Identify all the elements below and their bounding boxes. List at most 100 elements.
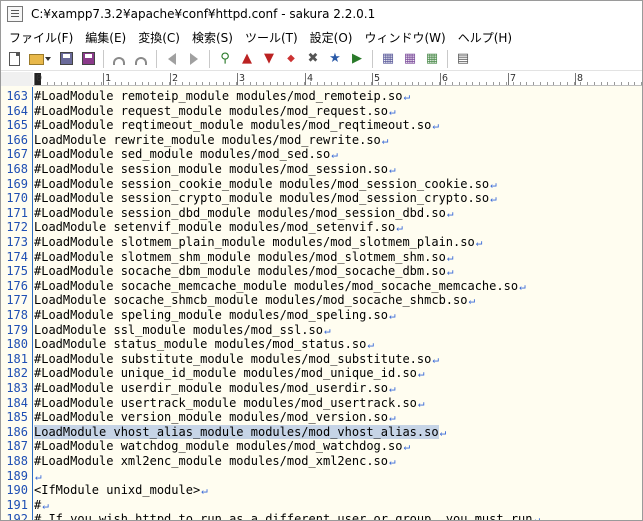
text-line[interactable]: #LoadModule socache_memcache_module modu… [34,279,526,294]
eol-mark-icon: ↵ [475,236,483,249]
menu-window[interactable]: ウィンドウ(W) [358,29,451,46]
undo-button[interactable] [109,49,129,69]
text-line[interactable]: #LoadModule unique_id_module modules/mod… [34,366,425,381]
ruler-minor-tick [236,82,237,85]
line-number: 173 [6,235,28,249]
text-line[interactable]: #LoadModule watchdog_module modules/mod_… [34,439,410,454]
line-number: 175 [6,264,28,279]
eol-mark-icon: ↵ [519,279,526,293]
bookmark-button[interactable]: ▶ [347,49,367,69]
save-button[interactable] [56,49,76,69]
text-line[interactable]: LoadModule vhost_alias_module modules/mo… [34,424,446,440]
ruler-minor-tick [188,82,190,85]
text-line[interactable]: #LoadModule reqtimeout_module modules/mo… [34,118,439,133]
text-line[interactable]: LoadModule rewrite_module modules/mod_re… [34,133,388,148]
ruler-minor-tick [114,82,116,85]
jump-back-button[interactable] [162,49,182,69]
new-file-button[interactable] [4,49,24,69]
text-line[interactable]: #LoadModule userdir_module modules/mod_u… [34,381,396,396]
save-as-button[interactable] [78,49,98,69]
text-line[interactable]: <IfModule unixd_module>↵ [34,483,208,498]
ruler-minor-tick [242,82,244,85]
line-number: 188 [6,454,28,468]
text-line[interactable]: #LoadModule speling_module modules/mod_s… [34,308,396,323]
ruler-minor-tick [445,82,447,85]
line-text: #LoadModule remoteip_module modules/mod_… [34,89,403,103]
toolbar-separator [372,49,373,68]
ruler-minor-tick [546,82,548,85]
menu-tools[interactable]: ツール(T) [239,29,304,46]
ruler-minor-tick [411,82,413,85]
text-line[interactable]: #LoadModule version_module modules/mod_v… [34,410,396,425]
toolbar-separator [447,49,448,68]
text-line[interactable]: #LoadModule remoteip_module modules/mod_… [34,89,410,104]
text-line[interactable]: #LoadModule session_dbd_module modules/m… [34,206,453,221]
line-number: 164 [6,103,28,118]
replace-button[interactable]: ◆ [281,49,301,69]
line-text: #LoadModule sed_module modules/mod_sed.s… [34,147,331,162]
ruler-minor-tick [67,82,69,85]
line-number: 186 [6,424,28,439]
text-content[interactable]: #LoadModule remoteip_module modules/mod_… [34,87,642,521]
text-line[interactable]: LoadModule setenvif_module modules/mod_s… [34,220,403,235]
ruler-minor-tick [323,82,325,85]
font-button[interactable]: ▦ [400,49,420,69]
text-line[interactable]: #LoadModule xml2enc_module modules/mod_x… [34,454,396,469]
text-line[interactable]: LoadModule status_module modules/mod_sta… [34,337,374,352]
text-line[interactable]: ↵ [34,469,42,484]
menu-help[interactable]: ヘルプ(H) [452,29,518,46]
ruler-minor-tick [256,82,258,85]
ruler-minor-tick [222,82,224,85]
text-line[interactable]: #LoadModule request_module modules/mod_r… [34,104,396,119]
search-next-button[interactable]: ▼ [259,49,279,69]
menu-search[interactable]: 検索(S) [186,29,239,46]
redo-icon [135,56,147,65]
line-text: LoadModule rewrite_module modules/mod_re… [34,132,381,147]
eol-mark-icon: ↵ [533,513,541,521]
search-button[interactable]: ⚲ [215,49,235,69]
text-line[interactable]: LoadModule socache_shmcb_module modules/… [34,293,475,308]
text-line[interactable]: #LoadModule sed_module modules/mod_sed.s… [34,147,338,162]
text-line[interactable]: # If you wish httpd to run as a differen… [34,512,541,521]
text-line[interactable]: #LoadModule session_crypto_module module… [34,191,497,206]
text-line[interactable]: #LoadModule session_module modules/mod_s… [34,162,396,177]
line-text: LoadModule ssl_module modules/mod_ssl.so [34,322,323,337]
menu-file[interactable]: ファイル(F) [3,29,79,46]
text-line[interactable]: #LoadModule slotmem_plain_module modules… [34,235,482,250]
editor-area[interactable]: 0 1 2 3 4 5 6 7 8 163 164 165 166 167 168 169 1… [1,72,642,521]
line-text: #LoadModule userdir_module modules/mod_u… [34,381,389,395]
text-line[interactable]: LoadModule ssl_module modules/mod_ssl.so… [34,323,331,338]
line-text: #LoadModule session_dbd_module modules/m… [34,205,446,220]
grep-button[interactable]: ✖ [303,49,323,69]
open-file-button[interactable] [26,49,54,69]
text-line[interactable]: #LoadModule substitute_module modules/mo… [34,352,439,367]
ruler-minor-tick [168,82,170,85]
line-text: #LoadModule substitute_module modules/mo… [34,351,432,366]
title-bar[interactable]: C:¥xampp7.3.2¥apache¥conf¥httpd.conf - s… [1,1,642,27]
redo-button[interactable] [131,49,151,69]
line-text: #LoadModule watchdog_module modules/mod_… [34,439,403,454]
jump-forward-button[interactable] [184,49,204,69]
line-number: 163 [6,89,28,103]
ruler-tick-0: 0 [33,73,43,85]
menu-edit[interactable]: 編集(E) [79,29,132,46]
ruler-minor-tick [465,82,467,85]
text-line[interactable]: #↵ [34,498,49,513]
ruler-minor-tick [526,82,528,85]
line-number: 181 [6,351,28,366]
window-list-button[interactable]: ▤ [453,49,473,69]
text-line[interactable]: #LoadModule slotmem_shm_module modules/m… [34,250,453,265]
text-line[interactable]: #LoadModule session_cookie_module module… [34,177,497,192]
search-prev-button[interactable]: ▲ [237,49,257,69]
menu-settings[interactable]: 設定(O) [304,29,359,46]
text-line[interactable]: #LoadModule usertrack_module modules/mod… [34,396,425,411]
line-text: #LoadModule session_crypto_module module… [34,191,490,206]
menu-convert[interactable]: 変換(C) [132,29,186,46]
line-text: #LoadModule usertrack_module modules/mod… [34,395,417,410]
text-line[interactable]: #LoadModule socache_dbm_module modules/m… [34,264,453,279]
outline-button[interactable]: ★ [325,49,345,69]
line-number-gutter[interactable]: 163 164 165 166 167 168 169 170 171 172 173 174 175 1… [1,87,33,520]
bookmark-icon: ▶ [352,50,362,66]
type-settings-button[interactable]: ▦ [422,49,442,69]
settings-button[interactable]: ▦ [378,49,398,69]
